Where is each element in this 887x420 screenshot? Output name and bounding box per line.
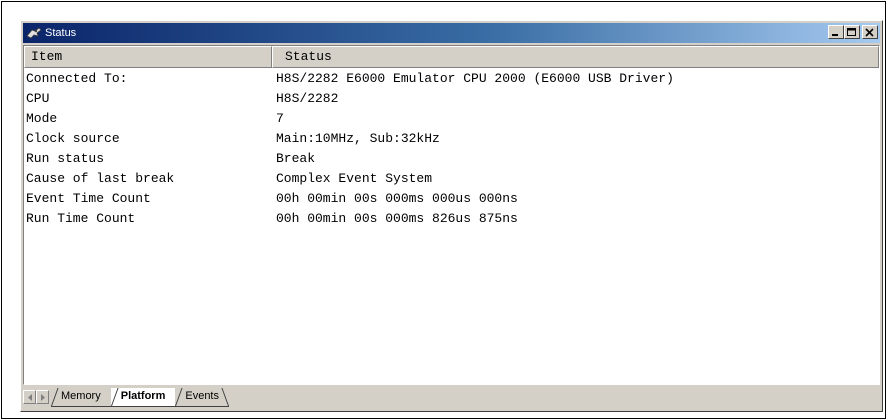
arrow-left-icon bbox=[28, 394, 32, 401]
row-item: Mode bbox=[26, 111, 58, 126]
status-window-icon bbox=[26, 25, 42, 41]
row-item: Event Time Count bbox=[26, 191, 151, 206]
maximize-icon bbox=[847, 28, 856, 36]
tab-scroll-right-button[interactable] bbox=[36, 390, 49, 404]
table-row[interactable]: Connected To: H8S/2282 E6000 Emulator CP… bbox=[24, 69, 879, 89]
row-status: 00h 00min 00s 000ms 000us 000ns bbox=[276, 191, 518, 206]
maximize-button[interactable] bbox=[844, 25, 860, 39]
status-window: Status Item Status Connected To: H8S/228… bbox=[20, 20, 883, 412]
tabs: Memory Platform Events bbox=[51, 387, 229, 407]
row-item: CPU bbox=[26, 91, 50, 106]
table-row[interactable]: Run status Break bbox=[24, 149, 879, 169]
row-status: 7 bbox=[276, 111, 284, 126]
window-title: Status bbox=[45, 27, 77, 39]
table-row[interactable]: Clock source Main:10MHz, Sub:32kHz bbox=[24, 129, 879, 149]
row-item: Connected To: bbox=[26, 71, 128, 86]
window-controls bbox=[828, 25, 878, 39]
table-row[interactable]: Run Time Count 00h 00min 00s 000ms 826us… bbox=[24, 209, 879, 229]
row-status: Break bbox=[276, 151, 316, 166]
arrow-right-icon bbox=[41, 394, 45, 401]
column-header-item[interactable]: Item bbox=[24, 46, 272, 68]
minimize-button[interactable] bbox=[828, 25, 844, 39]
status-table: Item Status Connected To: H8S/2282 E6000… bbox=[23, 45, 880, 385]
tab-platform[interactable]: Platform bbox=[110, 388, 176, 407]
table-header: Item Status bbox=[24, 46, 879, 68]
column-header-status[interactable]: Status bbox=[272, 46, 879, 68]
row-status: H8S/2282 E6000 Emulator CPU 2000 (E6000 … bbox=[276, 71, 674, 86]
row-item: Clock source bbox=[26, 131, 120, 146]
row-status: 00h 00min 00s 000ms 826us 875ns bbox=[276, 211, 518, 226]
row-status: H8S/2282 bbox=[276, 91, 339, 106]
row-status: Main:10MHz, Sub:32kHz bbox=[276, 131, 440, 146]
close-button[interactable] bbox=[862, 25, 878, 39]
table-row[interactable]: Mode 7 bbox=[24, 109, 879, 129]
tab-scroll-left-button[interactable] bbox=[23, 390, 36, 404]
screenshot-frame: Status Item Status Connected To: H8S/228… bbox=[1, 1, 886, 419]
row-item: Cause of last break bbox=[26, 171, 175, 186]
table-row[interactable]: Cause of last break Complex Event System bbox=[24, 169, 879, 189]
title-bar[interactable]: Status bbox=[23, 23, 880, 43]
close-icon bbox=[865, 28, 874, 37]
row-item: Run Time Count bbox=[26, 211, 136, 226]
tab-memory[interactable]: Memory bbox=[51, 388, 111, 407]
tab-bar: Memory Platform Events bbox=[23, 387, 880, 409]
minimize-icon bbox=[832, 34, 838, 36]
table-body: Connected To: H8S/2282 E6000 Emulator CP… bbox=[24, 68, 879, 229]
table-row[interactable]: CPU H8S/2282 bbox=[24, 89, 879, 109]
tab-events[interactable]: Events bbox=[175, 388, 229, 407]
table-row[interactable]: Event Time Count 00h 00min 00s 000ms 000… bbox=[24, 189, 879, 209]
row-status: Complex Event System bbox=[276, 171, 433, 186]
row-item: Run status bbox=[26, 151, 105, 166]
